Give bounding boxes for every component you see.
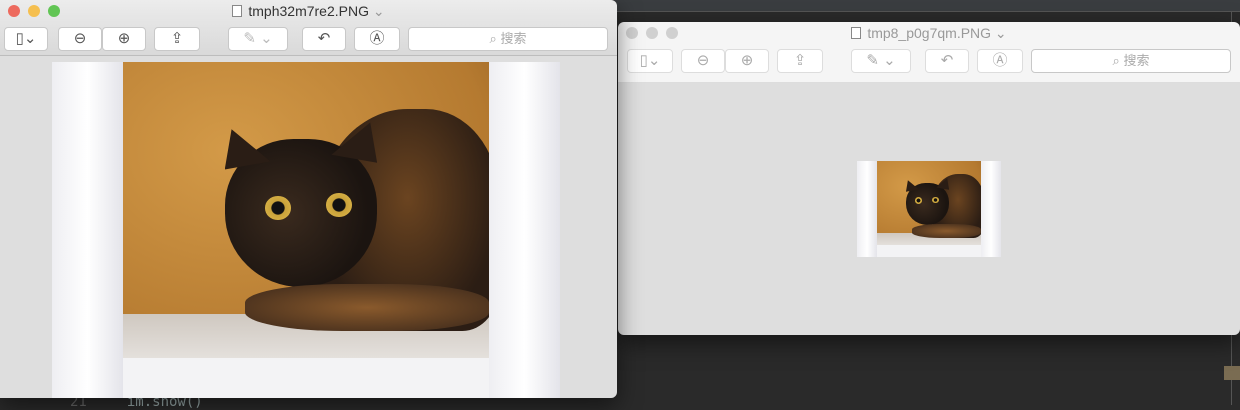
window-title[interactable]: tmp8_p0g7qm.PNG ⌄	[618, 25, 1240, 42]
rotate-icon: ↶	[940, 52, 954, 69]
zoom-in-button[interactable]: ⊕	[102, 27, 146, 51]
toolbar: tmp8_p0g7qm.PNG ⌄ ▯⌄ ⊖ ⊕ ⇪ ✎ ⌄ ↶ Ⓐ ⌕ 搜索	[618, 22, 1240, 83]
cat-image	[857, 161, 1001, 257]
search-field[interactable]: ⌕ 搜索	[1031, 49, 1231, 73]
zoom-in-icon: ⊕	[117, 30, 131, 47]
markup-pen-button[interactable]: ✎ ⌄	[851, 49, 911, 73]
markup-button[interactable]: Ⓐ	[354, 27, 400, 51]
markup-icon: Ⓐ	[369, 30, 385, 47]
image-canvas	[0, 56, 617, 398]
toolbar: tmph32m7re2.PNG ⌄ ▯⌄ ⊖ ⊕ ⇪ ✎ ⌄ ↶ Ⓐ ⌕ 搜索	[0, 0, 617, 56]
search-icon: ⌕	[489, 31, 501, 46]
cat-image	[52, 62, 560, 398]
image-canvas	[618, 83, 1240, 335]
scroll-marker	[1224, 366, 1240, 380]
title-text: tmp8_p0g7qm.PNG	[867, 25, 992, 41]
zoom-in-button[interactable]: ⊕	[725, 49, 769, 73]
rotate-button[interactable]: ↶	[302, 27, 346, 51]
search-placeholder: 搜索	[500, 31, 527, 46]
share-icon: ⇪	[793, 52, 807, 69]
zoom-in-icon: ⊕	[740, 52, 754, 69]
file-icon	[851, 27, 862, 39]
pen-icon: ✎ ⌄	[243, 30, 273, 47]
share-icon: ⇪	[170, 30, 184, 47]
preview-window-1: tmph32m7re2.PNG ⌄ ▯⌄ ⊖ ⊕ ⇪ ✎ ⌄ ↶ Ⓐ ⌕ 搜索	[0, 0, 617, 398]
rotate-button[interactable]: ↶	[925, 49, 969, 73]
sidebar-icon: ▯⌄	[639, 52, 661, 69]
zoom-out-icon: ⊖	[73, 30, 87, 47]
zoom-out-button[interactable]: ⊖	[58, 27, 102, 51]
markup-pen-button[interactable]: ✎ ⌄	[228, 27, 288, 51]
pen-icon: ✎ ⌄	[866, 52, 896, 69]
share-button[interactable]: ⇪	[777, 49, 823, 73]
rotate-icon: ↶	[317, 30, 331, 47]
sidebar-button[interactable]: ▯⌄	[627, 49, 673, 73]
zoom-out-icon: ⊖	[696, 52, 710, 69]
sidebar-icon: ▯⌄	[15, 30, 37, 47]
search-placeholder: 搜索	[1123, 53, 1150, 68]
file-icon	[232, 5, 243, 17]
title-text: tmph32m7re2.PNG	[248, 3, 369, 19]
zoom-out-button[interactable]: ⊖	[681, 49, 725, 73]
window-title[interactable]: tmph32m7re2.PNG ⌄	[0, 3, 617, 20]
search-field[interactable]: ⌕ 搜索	[408, 27, 608, 51]
sidebar-button[interactable]: ▯⌄	[4, 27, 48, 51]
share-button[interactable]: ⇪	[154, 27, 200, 51]
markup-button[interactable]: Ⓐ	[977, 49, 1023, 73]
markup-icon: Ⓐ	[992, 52, 1008, 69]
preview-window-2: tmp8_p0g7qm.PNG ⌄ ▯⌄ ⊖ ⊕ ⇪ ✎ ⌄ ↶ Ⓐ ⌕ 搜索	[618, 22, 1240, 335]
search-icon: ⌕	[1112, 53, 1124, 68]
